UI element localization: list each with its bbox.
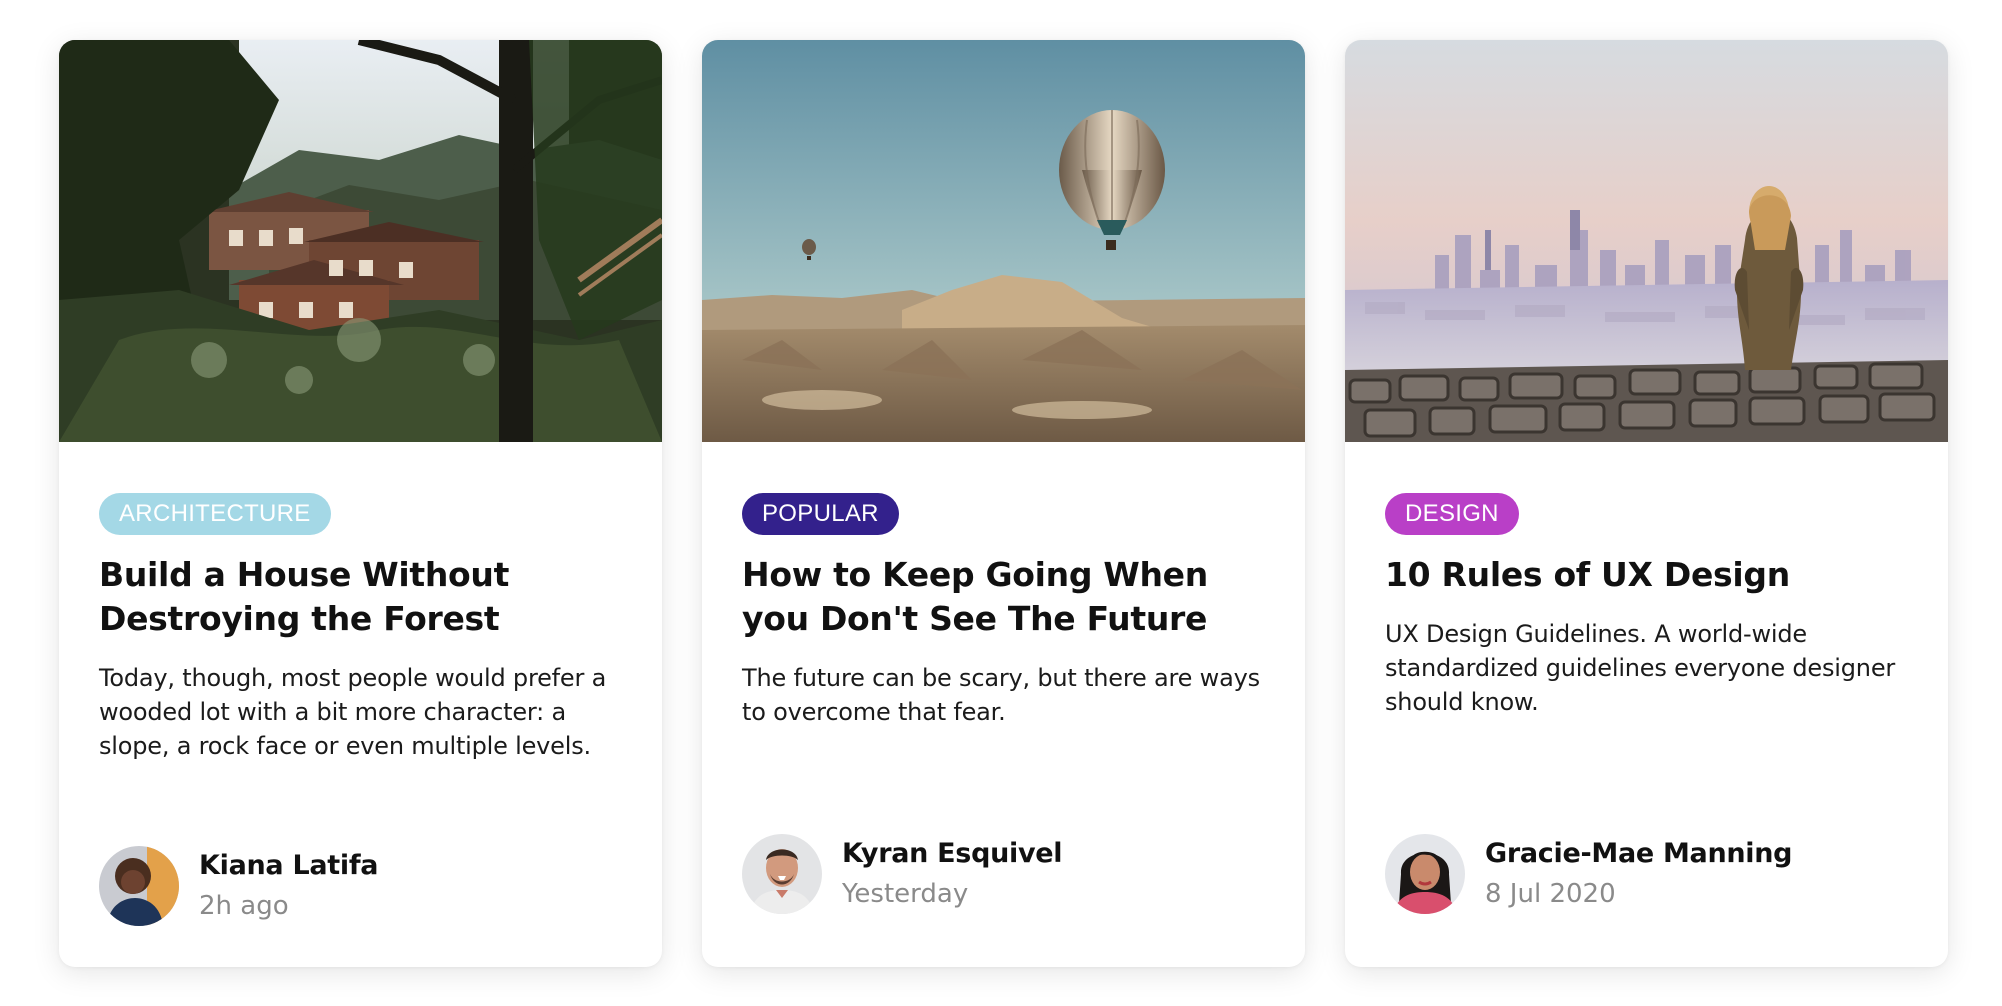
hot-air-balloon-photo[interactable] [702,40,1305,442]
author-name[interactable]: Kyran Esquivel [842,834,1063,874]
card-body: DESIGN 10 Rules of UX Design UX Design G… [1385,493,1908,719]
blog-card[interactable]: ARCHITECTURE Build a House Without Destr… [59,40,662,967]
blog-card[interactable]: POPULAR How to Keep Going When you Don't… [702,40,1305,967]
author-name[interactable]: Gracie-Mae Manning [1485,834,1793,874]
blog-card[interactable]: DESIGN 10 Rules of UX Design UX Design G… [1345,40,1948,967]
author[interactable]: Kyran Esquivel Yesterday [742,834,1063,914]
card-excerpt: UX Design Guidelines. A world-wide stand… [1385,620,1896,716]
card-body: ARCHITECTURE Build a House Without Destr… [99,493,622,763]
author[interactable]: Gracie-Mae Manning 8 Jul 2020 [1385,834,1793,914]
card-title[interactable]: How to Keep Going When you Don't See The… [742,553,1265,641]
blog-card-list: ARCHITECTURE Build a House Without Destr… [0,0,2002,1006]
avatar[interactable] [1385,834,1465,914]
author-info: Kyran Esquivel Yesterday [842,834,1063,914]
author-name[interactable]: Kiana Latifa [199,846,379,886]
card-body: POPULAR How to Keep Going When you Don't… [742,493,1265,729]
avatar[interactable] [742,834,822,914]
forest-house-photo[interactable] [59,40,662,442]
author-info: Kiana Latifa 2h ago [199,846,379,926]
post-time: 8 Jul 2020 [1485,879,1616,909]
category-tag[interactable]: POPULAR [742,493,899,535]
author-info: Gracie-Mae Manning 8 Jul 2020 [1485,834,1793,914]
card-excerpt: Today, though, most people would prefer … [99,664,607,760]
card-title[interactable]: 10 Rules of UX Design [1385,553,1908,597]
card-title[interactable]: Build a House Without Destroying the For… [99,553,622,641]
category-tag[interactable]: DESIGN [1385,493,1519,535]
category-tag[interactable]: ARCHITECTURE [99,493,331,535]
card-excerpt: The future can be scary, but there are w… [742,664,1260,726]
city-view-photo[interactable] [1345,40,1948,442]
post-time: Yesterday [842,879,969,909]
author[interactable]: Kiana Latifa 2h ago [99,846,379,926]
avatar[interactable] [99,846,179,926]
post-time: 2h ago [199,891,289,921]
